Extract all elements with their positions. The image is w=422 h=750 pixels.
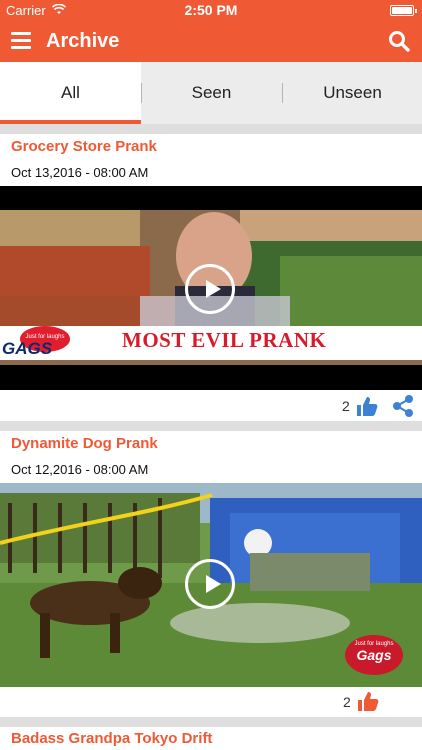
show-badge-text: Just for laughs [25,334,65,340]
video-title[interactable]: Grocery Store Prank [11,138,157,155]
thumbs-up-icon[interactable] [357,690,379,712]
nav-bar: Archive [0,20,422,62]
video-date: Oct 12,2016 - 08:00 AM [11,462,149,477]
play-icon[interactable] [185,264,235,314]
filter-tabs: All Seen Unseen [0,62,422,124]
play-icon[interactable] [185,559,235,609]
clock: 2:50 PM [184,2,238,18]
show-badge: Just for laughs Gags [345,635,403,675]
show-logo: Gags [356,647,392,663]
video-thumbnail[interactable]: Just for laughs GAGS MOST EVIL PRANK [0,186,422,390]
share-icon[interactable] [392,395,414,417]
tab-unseen[interactable]: Unseen [282,62,422,124]
video-title[interactable]: Dynamite Dog Prank [11,435,158,452]
video-date: Oct 13,2016 - 08:00 AM [11,165,149,180]
tab-seen[interactable]: Seen [141,62,282,124]
page-title: Archive [46,30,120,52]
like-count: 2 [343,694,351,710]
status-bar: Carrier 2:50 PM [0,0,422,20]
like-count: 2 [342,398,350,414]
divider [0,717,422,727]
hamburger-menu-icon[interactable] [11,32,31,50]
thumbnail-caption: MOST EVIL PRANK [122,328,327,352]
thumbs-up-icon[interactable] [356,395,378,417]
show-logo: GAGS [2,339,53,358]
divider [0,124,422,134]
tab-all[interactable]: All [0,62,141,124]
video-title[interactable]: Badass Grandpa Tokyo Drift [11,730,212,747]
show-badge-text: Just for laughs [354,641,394,647]
divider [0,421,422,431]
search-icon[interactable] [388,30,410,52]
video-thumbnail[interactable]: Just for laughs Gags [0,483,422,687]
battery-icon [390,5,417,16]
